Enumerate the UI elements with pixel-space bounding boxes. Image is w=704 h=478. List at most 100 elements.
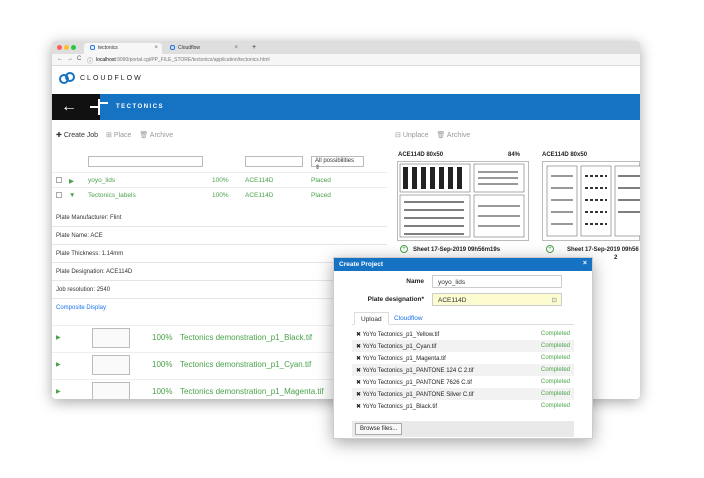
unplace-button[interactable]: ⊟ Unplace xyxy=(395,131,429,139)
unplace-label: Unplace xyxy=(402,132,429,139)
job-plate: ACE114D xyxy=(245,192,274,199)
expand-icon[interactable]: ▶ xyxy=(56,388,61,395)
expand-icon[interactable]: ▶ xyxy=(56,334,61,341)
plus-icon: ✚ xyxy=(56,132,62,139)
plate-preview[interactable] xyxy=(397,161,529,241)
file-name[interactable]: ✖ YoYo Tectonics_p1_Black.tif xyxy=(356,404,437,410)
cloudflow-icon xyxy=(170,45,175,50)
cloudflow-logo-icon xyxy=(59,72,75,84)
separation-name: Tectonics demonstration_p1_Cyan.tif xyxy=(180,360,312,369)
file-status: Completed xyxy=(540,355,570,361)
collapse-icon[interactable]: ▼ xyxy=(69,192,75,199)
place-icon: ⊞ xyxy=(106,132,112,139)
job-toolbar: ✚ Create Job ⊞ Place 🗑 Archive xyxy=(56,131,179,139)
plate-archive-label: Archive xyxy=(446,132,471,139)
table-row[interactable]: ▼ Tectonics_labels 100% ACE114D Placed xyxy=(52,187,387,202)
picker-icon[interactable]: ⊡ xyxy=(552,296,557,304)
url-host: localhost xyxy=(96,57,116,63)
sheet-label: Sheet 17-Sep-2019 09h56 xyxy=(567,247,639,253)
list-item: ✖ YoYo Tectonics_p1_Black.tif Completed xyxy=(352,400,574,412)
new-tab-button[interactable]: + xyxy=(246,42,262,53)
plate-filter-input[interactable] xyxy=(245,156,303,167)
app-name: TECTONICS xyxy=(116,104,165,110)
file-name[interactable]: ✖ YoYo Tectonics_p1_PANTONE Silver C.tif xyxy=(356,392,474,398)
archive-label: Archive xyxy=(149,132,174,139)
maximize-window-icon[interactable] xyxy=(71,45,76,50)
file-status: Completed xyxy=(540,403,570,409)
expand-icon[interactable]: ▶ xyxy=(56,361,61,368)
dialog-footer: Browse files... xyxy=(352,421,574,437)
info-icon[interactable]: ⓘ xyxy=(87,56,93,65)
create-project-dialog: Create Project × Name yoyo_lids Plate de… xyxy=(333,257,593,439)
back-icon[interactable]: ← xyxy=(57,56,63,62)
create-job-button[interactable]: ✚ Create Job xyxy=(56,131,98,139)
tab-cloudflow[interactable]: Cloudflow xyxy=(388,312,429,325)
back-arrow-icon[interactable]: ← xyxy=(61,94,77,120)
job-status: Placed xyxy=(311,192,331,199)
separation-thumbnail xyxy=(92,328,130,348)
list-item: ✖ YoYo Tectonics_p1_PANTONE Silver C.tif… xyxy=(352,388,574,400)
detail-plate-name: Plate Name: ACE xyxy=(52,227,387,245)
browse-files-button[interactable]: Browse files... xyxy=(355,423,403,435)
upload-tabs: Upload Cloudflow xyxy=(352,312,574,325)
composite-display-link[interactable]: Composite Display xyxy=(56,305,106,311)
job-name: Tectonics_labels xyxy=(88,192,136,199)
row-checkbox[interactable] xyxy=(56,177,62,183)
plate-title: ACE114D 80x50 xyxy=(398,152,444,158)
tectonics-logo-icon xyxy=(90,99,108,115)
plate-preview[interactable] xyxy=(542,161,640,241)
status-filter-select[interactable]: All possibilities ⇕ xyxy=(311,156,364,171)
job-plate: ACE114D xyxy=(245,177,274,184)
file-status: Completed xyxy=(540,379,570,385)
url-field[interactable]: localhost:9090/portal.cgi/PP_FILE_STORE/… xyxy=(96,57,270,63)
file-name[interactable]: ✖ YoYo Tectonics_p1_PANTONE 124 C 2.tif xyxy=(356,368,474,374)
plate-archive-button[interactable]: 🗑 Archive xyxy=(436,131,470,139)
browser-tab-cloudflow[interactable]: Cloudflow × xyxy=(164,43,242,54)
trash-icon: 🗑 xyxy=(139,132,149,139)
file-status: Completed xyxy=(540,331,570,337)
browser-tab-tectonics[interactable]: tectonics × xyxy=(84,43,162,54)
file-name[interactable]: ✖ YoYo Tectonics_p1_Cyan.tif xyxy=(356,344,436,350)
plate-usage: 84% xyxy=(508,152,521,158)
job-name: yoyo_lids xyxy=(88,177,116,184)
forward-icon[interactable]: → xyxy=(67,56,73,62)
brand-name: CLOUDFLOW xyxy=(80,75,143,82)
file-name[interactable]: ✖ YoYo Tectonics_p1_Yellow.tif xyxy=(356,332,439,338)
expand-icon[interactable]: ▶ xyxy=(69,177,74,185)
close-window-icon[interactable] xyxy=(57,45,62,50)
browser-tab-bar: tectonics × Cloudflow × + xyxy=(52,41,640,54)
minimize-window-icon[interactable] xyxy=(64,45,69,50)
tab-upload[interactable]: Upload xyxy=(354,312,389,325)
name-filter-input[interactable] xyxy=(88,156,203,167)
designation-input[interactable]: ACE114D ⊡ xyxy=(432,293,562,306)
place-label: Place xyxy=(113,132,132,139)
file-name[interactable]: ✖ YoYo Tectonics_p1_PANTONE 7626 C.tif xyxy=(356,380,472,386)
separation-progress: 100% xyxy=(152,387,173,396)
add-sheet-icon[interactable]: + xyxy=(400,245,408,253)
table-row[interactable]: ▶ yoyo_lids 100% ACE114D Placed xyxy=(52,172,387,187)
close-tab-icon[interactable]: × xyxy=(154,45,158,51)
sheet-label-line2: 2 xyxy=(614,255,618,261)
name-input[interactable]: yoyo_lids xyxy=(432,275,562,288)
separation-thumbnail xyxy=(92,382,130,399)
file-name[interactable]: ✖ YoYo Tectonics_p1_Magenta.tif xyxy=(356,356,446,362)
cloudflow-icon xyxy=(90,45,95,50)
place-button[interactable]: ⊞ Place xyxy=(106,131,131,139)
create-job-label: Create Job xyxy=(63,132,99,139)
file-status: Completed xyxy=(540,391,570,397)
tab-title: Cloudflow xyxy=(178,45,200,51)
dialog-title: Create Project xyxy=(339,261,384,268)
dialog-header: Create Project × xyxy=(334,258,592,271)
minus-icon: ⊟ xyxy=(395,132,401,139)
close-icon[interactable]: × xyxy=(583,260,587,267)
reload-icon[interactable]: C xyxy=(77,56,81,62)
close-tab-icon[interactable]: × xyxy=(234,45,238,51)
plate-title: ACE114D 80x50 xyxy=(542,152,588,158)
add-sheet-icon[interactable]: + xyxy=(546,245,554,253)
job-progress: 100% xyxy=(212,192,229,199)
archive-button[interactable]: 🗑 Archive xyxy=(139,131,173,139)
job-status: Placed xyxy=(311,177,331,184)
detail-manufacturer: Plate Manufacturer: Flint xyxy=(52,209,387,227)
row-checkbox[interactable] xyxy=(56,192,62,198)
separation-thumbnail xyxy=(92,355,130,375)
